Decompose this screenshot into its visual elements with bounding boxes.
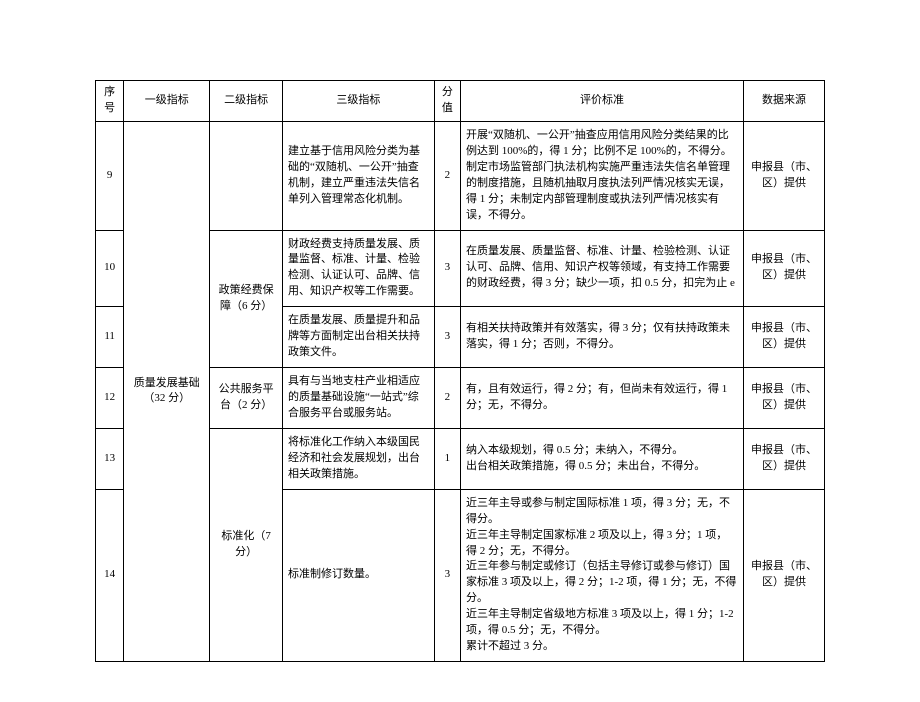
cell-seq: 9 bbox=[96, 121, 124, 230]
cell-score: 3 bbox=[434, 489, 460, 661]
cell-standard: 纳入本级规划，得 0.5 分；未纳入，不得分。出台相关政策措施，得 0.5 分；… bbox=[460, 428, 743, 489]
indicator-table: 序号 一级指标 二级指标 三级指标 分值 评价标准 数据来源 9 质量发展基础（… bbox=[95, 80, 825, 662]
table-header-row: 序号 一级指标 二级指标 三级指标 分值 评价标准 数据来源 bbox=[96, 81, 825, 122]
cell-source: 申报县（市、区）提供 bbox=[744, 368, 825, 429]
cell-level3: 在质量发展、质量提升和品牌等方面制定出台相关扶持政策文件。 bbox=[283, 307, 435, 368]
cell-level2-policy: 政策经费保障（6 分） bbox=[210, 230, 283, 368]
cell-seq: 13 bbox=[96, 428, 124, 489]
header-seq: 序号 bbox=[96, 81, 124, 122]
cell-level3: 具有与当地支柱产业相适应的质量基础设施“一站式”综合服务平台或服务站。 bbox=[283, 368, 435, 429]
cell-source: 申报县（市、区）提供 bbox=[744, 307, 825, 368]
cell-seq: 14 bbox=[96, 489, 124, 661]
cell-source: 申报县（市、区）提供 bbox=[744, 428, 825, 489]
cell-level2-platform: 公共服务平台（2 分） bbox=[210, 368, 283, 429]
cell-seq: 12 bbox=[96, 368, 124, 429]
cell-standard: 在质量发展、质量监督、标准、计量、检验检测、认证认可、品牌、信用、知识产权等领域… bbox=[460, 230, 743, 307]
cell-level3: 建立基于信用风险分类为基础的“双随机、一公开”抽查机制，建立严重违法失信名单列入… bbox=[283, 121, 435, 230]
cell-source: 申报县（市、区）提供 bbox=[744, 489, 825, 661]
cell-level2-empty bbox=[210, 121, 283, 230]
cell-score: 2 bbox=[434, 368, 460, 429]
cell-score: 3 bbox=[434, 230, 460, 307]
cell-seq: 10 bbox=[96, 230, 124, 307]
cell-standard: 开展“双随机、一公开”抽查应用信用风险分类结果的比例达到 100%的，得 1 分… bbox=[460, 121, 743, 230]
table-row: 9 质量发展基础（32 分） 建立基于信用风险分类为基础的“双随机、一公开”抽查… bbox=[96, 121, 825, 230]
header-level2: 二级指标 bbox=[210, 81, 283, 122]
cell-standard: 有相关扶持政策并有效落实，得 3 分；仅有扶持政策未落实，得 1 分；否则，不得… bbox=[460, 307, 743, 368]
cell-seq: 11 bbox=[96, 307, 124, 368]
header-standard: 评价标准 bbox=[460, 81, 743, 122]
header-level1: 一级指标 bbox=[124, 81, 210, 122]
cell-level3: 将标准化工作纳入本级国民经济和社会发展规划，出台相关政策措施。 bbox=[283, 428, 435, 489]
cell-source: 申报县（市、区）提供 bbox=[744, 121, 825, 230]
header-level3: 三级指标 bbox=[283, 81, 435, 122]
cell-level2-standardization: 标准化（7 分） bbox=[210, 428, 283, 661]
cell-level3: 财政经费支持质量发展、质量监督、标准、计量、检验检测、认证认可、品牌、信用、知识… bbox=[283, 230, 435, 307]
cell-standard: 近三年主导或参与制定国际标准 1 项，得 3 分；无，不得分。近三年主导制定国家… bbox=[460, 489, 743, 661]
cell-score: 3 bbox=[434, 307, 460, 368]
header-score: 分值 bbox=[434, 81, 460, 122]
cell-level3: 标准制修订数量。 bbox=[283, 489, 435, 661]
cell-level1: 质量发展基础（32 分） bbox=[124, 121, 210, 661]
cell-score: 2 bbox=[434, 121, 460, 230]
cell-score: 1 bbox=[434, 428, 460, 489]
cell-source: 申报县（市、区）提供 bbox=[744, 230, 825, 307]
header-source: 数据来源 bbox=[744, 81, 825, 122]
cell-standard: 有，且有效运行，得 2 分；有，但尚未有效运行，得 1 分；无，不得分。 bbox=[460, 368, 743, 429]
